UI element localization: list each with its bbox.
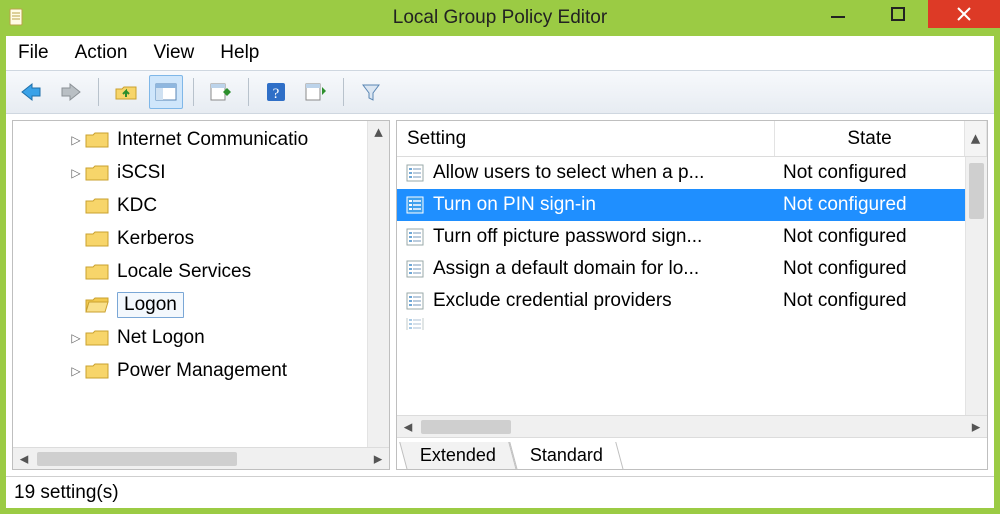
tree-pane: ▷ Internet Communicatio ▷ iSCSI KDC Kerberos L… [12, 120, 390, 470]
menubar: File Action View Help [6, 36, 994, 70]
up-folder-button[interactable] [109, 75, 143, 109]
cell-setting: Assign a default domain for lo... [433, 258, 775, 280]
grid-row[interactable]: Allow users to select when a p...Not con… [397, 157, 965, 189]
details-pane-button[interactable] [149, 75, 183, 109]
policy-icon [403, 318, 427, 330]
policy-icon [403, 257, 427, 281]
tab-standard[interactable]: Standard [509, 442, 624, 470]
policy-icon [403, 193, 427, 217]
tree-item[interactable]: Logon [13, 288, 389, 321]
cell-setting: Allow users to select when a p... [433, 162, 775, 184]
close-button[interactable] [928, 0, 1000, 28]
titlebar: Local Group Policy Editor [0, 0, 1000, 36]
menu-file[interactable]: File [18, 42, 49, 64]
tree-item-label: Net Logon [117, 327, 205, 349]
scroll-right-icon[interactable]: ▸ [965, 416, 987, 438]
cell-state: Not configured [775, 194, 965, 216]
policy-icon [403, 161, 427, 185]
folder-icon [85, 328, 111, 348]
cell-state: Not configured [775, 226, 965, 248]
tree-item-label: KDC [117, 195, 157, 217]
maximize-button[interactable] [868, 0, 928, 28]
toolbar: ? [6, 70, 994, 114]
policy-icon [403, 289, 427, 313]
grid-header: Setting State ▴ [397, 121, 987, 157]
properties-button[interactable] [299, 75, 333, 109]
scroll-left-icon[interactable]: ◂ [13, 448, 35, 470]
expander-icon[interactable]: ▷ [67, 364, 85, 378]
column-setting[interactable]: Setting [397, 121, 775, 156]
tree-item-label: iSCSI [117, 162, 166, 184]
expander-icon[interactable]: ▷ [67, 133, 85, 147]
cell-setting: Turn on PIN sign-in [433, 194, 775, 216]
folder-icon [85, 361, 111, 381]
toolbar-separator [248, 78, 249, 106]
main-area: ▷ Internet Communicatio ▷ iSCSI KDC Kerberos L… [6, 114, 994, 476]
tab-bar: Extended Standard [397, 437, 987, 469]
expander-icon[interactable]: ▷ [67, 331, 85, 345]
tree-item[interactable]: ▷ Power Management [13, 354, 389, 387]
tree-item[interactable]: ▷ Net Logon [13, 321, 389, 354]
help-button[interactable]: ? [259, 75, 293, 109]
window-controls [808, 0, 1000, 32]
folder-icon [85, 130, 111, 150]
cell-setting: Exclude credential providers [433, 290, 775, 312]
export-button[interactable] [204, 75, 238, 109]
status-text: 19 setting(s) [14, 482, 119, 504]
grid-row[interactable]: Exclude credential providersNot configur… [397, 285, 965, 317]
folder-icon [85, 196, 111, 216]
grid-row[interactable]: Assign a default domain for lo...Not con… [397, 253, 965, 285]
toolbar-separator [343, 78, 344, 106]
folder-icon [85, 163, 111, 183]
forward-button[interactable] [54, 75, 88, 109]
tree-item[interactable]: ▷ Internet Communicatio [13, 123, 389, 156]
filter-button[interactable] [354, 75, 388, 109]
folder-icon [85, 262, 111, 282]
cell-state: Not configured [775, 162, 965, 184]
tree-vertical-scrollbar[interactable]: ▴ [367, 121, 389, 447]
grid-row[interactable]: Turn on PIN sign-inNot configured [397, 189, 965, 221]
folder-icon [85, 229, 111, 249]
scroll-right-icon[interactable]: ▸ [367, 448, 389, 470]
grid-body[interactable]: Allow users to select when a p...Not con… [397, 157, 987, 415]
tree-scroll[interactable]: ▷ Internet Communicatio ▷ iSCSI KDC Kerberos L… [13, 121, 389, 447]
tree-item[interactable]: Locale Services [13, 255, 389, 288]
grid-row[interactable]: Turn off picture password sign...Not con… [397, 221, 965, 253]
folder-icon [85, 295, 111, 315]
tree-item-label: Logon [124, 294, 177, 316]
menu-view[interactable]: View [153, 42, 194, 64]
app-icon [6, 7, 28, 29]
column-state[interactable]: State [775, 121, 965, 156]
back-button[interactable] [14, 75, 48, 109]
tree-item[interactable]: Kerberos [13, 222, 389, 255]
policy-icon [403, 225, 427, 249]
minimize-button[interactable] [808, 0, 868, 28]
scroll-up-icon[interactable]: ▴ [965, 121, 987, 156]
window: Local Group Policy Editor File Action Vi… [0, 0, 1000, 514]
statusbar: 19 setting(s) [6, 476, 994, 508]
cell-state: Not configured [775, 258, 965, 280]
menu-help[interactable]: Help [220, 42, 259, 64]
tree-item-label: Kerberos [117, 228, 194, 250]
tree-horizontal-scrollbar[interactable]: ◂ ▸ [13, 447, 389, 469]
svg-text:?: ? [273, 86, 280, 102]
grid-vertical-scrollbar[interactable] [965, 157, 987, 415]
cell-setting: Turn off picture password sign... [433, 226, 775, 248]
grid-horizontal-scrollbar[interactable]: ◂ ▸ [397, 415, 987, 437]
tree-item-label: Power Management [117, 360, 287, 382]
tree-item-label: Locale Services [117, 261, 251, 283]
tree-item[interactable]: ▷ iSCSI [13, 156, 389, 189]
toolbar-separator [98, 78, 99, 106]
settings-pane: Setting State ▴ Allow users to select wh… [396, 120, 988, 470]
tree-item-label: Internet Communicatio [117, 129, 308, 151]
expander-icon[interactable]: ▷ [67, 166, 85, 180]
menu-action[interactable]: Action [75, 42, 128, 64]
cell-state: Not configured [775, 290, 965, 312]
toolbar-separator [193, 78, 194, 106]
tab-extended[interactable]: Extended [399, 442, 517, 470]
scroll-left-icon[interactable]: ◂ [397, 416, 419, 438]
tree-item[interactable]: KDC [13, 189, 389, 222]
grid-row-partial [397, 317, 965, 331]
